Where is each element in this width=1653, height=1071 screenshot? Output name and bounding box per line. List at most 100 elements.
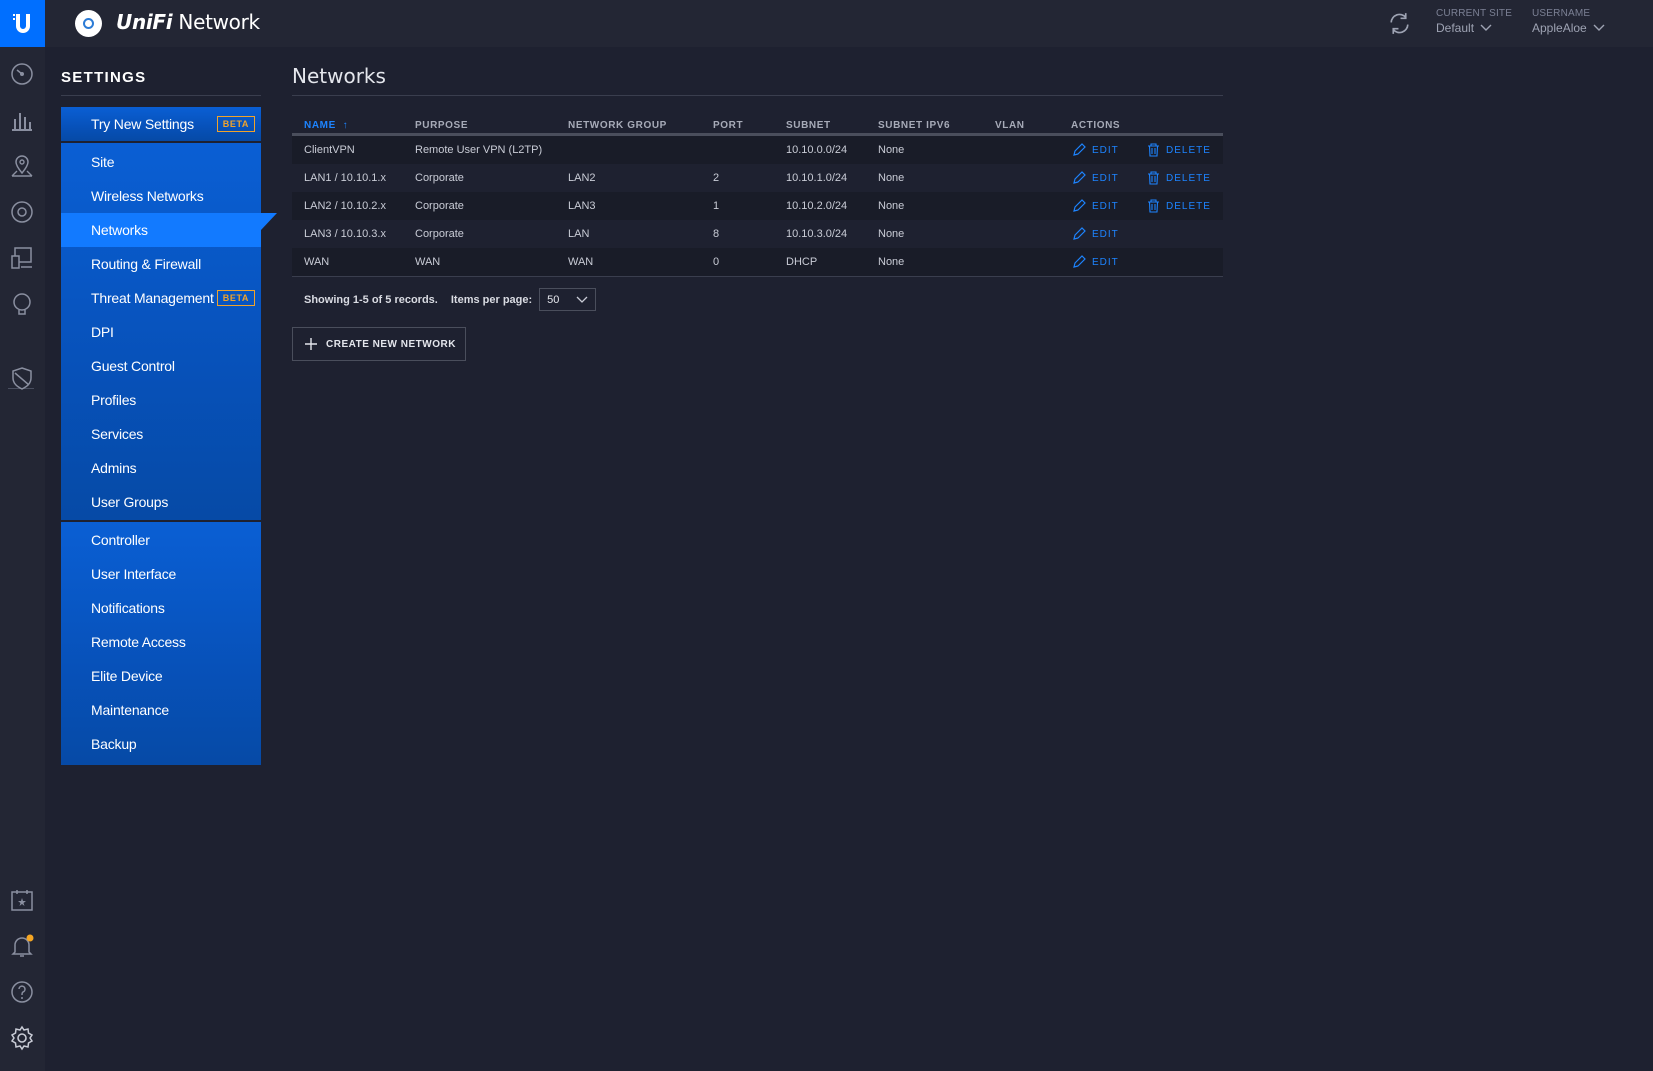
pencil-icon <box>1073 227 1086 240</box>
divider <box>292 276 1223 277</box>
nav-item-threat-management[interactable]: Threat Management BETA <box>61 281 261 315</box>
settings-gear-icon[interactable] <box>9 1025 35 1051</box>
events-calendar-icon[interactable] <box>9 887 35 913</box>
column-header-subnet[interactable]: SUBNET <box>786 120 831 131</box>
nav-item-label: Notifications <box>91 600 165 616</box>
nav-item-label: Networks <box>91 222 148 238</box>
nav-item-dpi[interactable]: DPI <box>61 315 261 349</box>
edit-button[interactable]: EDIT <box>1072 143 1119 157</box>
nav-item-label: Routing & Firewall <box>91 256 201 272</box>
nav-item-notifications[interactable]: Notifications <box>61 591 261 625</box>
column-header-network-group[interactable]: NETWORK GROUP <box>568 120 667 131</box>
delete-button[interactable]: DELETE <box>1147 143 1211 157</box>
column-header-name[interactable]: NAME ↑ <box>304 120 348 131</box>
edit-button[interactable]: EDIT <box>1072 171 1119 185</box>
nav-item-label: Wireless Networks <box>91 188 204 204</box>
current-site-value: Default <box>1436 21 1475 35</box>
ubiquiti-u-icon <box>12 13 30 33</box>
ubiquiti-logo[interactable] <box>0 0 45 47</box>
table-row: LAN2 / 10.10.2.x Corporate LAN3 1 10.10.… <box>292 192 1223 220</box>
nav-item-services[interactable]: Services <box>61 417 261 451</box>
current-site-selector[interactable]: CURRENT SITE Default <box>1436 8 1512 35</box>
pencil-icon <box>1073 255 1086 268</box>
nav-item-networks[interactable]: Networks <box>61 213 277 247</box>
nav-item-elite-device[interactable]: Elite Device <box>61 659 261 693</box>
table-header: NAME ↑ PURPOSE NETWORK GROUP PORT SUBNET… <box>292 116 1223 136</box>
nav-item-routing-firewall[interactable]: Routing & Firewall <box>61 247 261 281</box>
insights-icon[interactable] <box>9 291 35 317</box>
cell-port: 1 <box>713 200 720 212</box>
cell-subnet-ipv6: None <box>878 144 905 156</box>
column-header-actions: ACTIONS <box>1071 120 1121 131</box>
cell-network-group: LAN3 <box>568 200 596 212</box>
cell-subnet: 10.10.3.0/24 <box>786 228 848 240</box>
nav-item-label: Backup <box>91 736 137 752</box>
map-icon[interactable] <box>9 153 35 179</box>
create-new-network-label: CREATE NEW NETWORK <box>326 338 456 350</box>
nav-item-label: Controller <box>91 532 150 548</box>
clients-icon[interactable] <box>9 245 35 271</box>
nav-item-remote-access[interactable]: Remote Access <box>61 625 261 659</box>
nav-item-admins[interactable]: Admins <box>61 451 261 485</box>
cell-port: 0 <box>713 256 720 268</box>
cell-subnet: 10.10.1.0/24 <box>786 172 848 184</box>
cell-subnet: 10.10.0.0/24 <box>786 144 848 156</box>
threat-shield-icon[interactable] <box>9 365 35 391</box>
column-header-purpose[interactable]: PURPOSE <box>415 120 468 131</box>
nav-item-profiles[interactable]: Profiles <box>61 383 261 417</box>
cell-network-group: WAN <box>568 256 594 268</box>
cell-purpose: Corporate <box>415 172 464 184</box>
chevron-down-icon <box>576 296 588 303</box>
nav-item-label: Maintenance <box>91 702 169 718</box>
alerts-bell-icon[interactable] <box>9 933 35 959</box>
pencil-icon <box>1073 143 1086 156</box>
cell-network-group: LAN2 <box>568 172 596 184</box>
settings-title: SETTINGS <box>61 69 147 86</box>
edit-button[interactable]: EDIT <box>1072 227 1119 241</box>
edit-button[interactable]: EDIT <box>1072 199 1119 213</box>
cell-subnet: 10.10.2.0/24 <box>786 200 848 212</box>
devices-icon[interactable] <box>9 199 35 225</box>
delete-button[interactable]: DELETE <box>1147 171 1211 185</box>
cell-name: WAN <box>304 256 330 268</box>
cell-name: LAN2 / 10.10.2.x <box>304 200 386 212</box>
cell-port: 2 <box>713 172 720 184</box>
nav-item-try-new-settings[interactable]: Try New Settings BETA <box>61 107 261 141</box>
cell-name: LAN1 / 10.10.1.x <box>304 172 386 184</box>
left-rail <box>0 47 45 1071</box>
statistics-icon[interactable] <box>9 107 35 133</box>
nav-item-label: DPI <box>91 324 114 340</box>
nav-item-user-interface[interactable]: User Interface <box>61 557 261 591</box>
cell-subnet-ipv6: None <box>878 200 905 212</box>
nav-item-backup[interactable]: Backup <box>61 727 261 761</box>
table-body: ClientVPN Remote User VPN (L2TP) 10.10.0… <box>292 136 1223 276</box>
nav-item-maintenance[interactable]: Maintenance <box>61 693 261 727</box>
nav-item-label: Admins <box>91 460 137 476</box>
items-per-page-select[interactable]: 50 <box>539 288 597 311</box>
column-header-port[interactable]: PORT <box>713 120 743 131</box>
cell-subnet-ipv6: None <box>878 228 905 240</box>
nav-item-guest-control[interactable]: Guest Control <box>61 349 261 383</box>
nav-item-controller[interactable]: Controller <box>61 523 261 557</box>
networks-table: NAME ↑ PURPOSE NETWORK GROUP PORT SUBNET… <box>292 116 1223 277</box>
column-header-subnet-ipv6[interactable]: SUBNET IPV6 <box>878 120 950 131</box>
nav-item-site[interactable]: Site <box>61 145 261 179</box>
help-icon[interactable] <box>9 979 35 1005</box>
items-per-page-value: 50 <box>547 293 560 306</box>
edit-button[interactable]: EDIT <box>1072 255 1119 269</box>
create-new-network-button[interactable]: CREATE NEW NETWORK <box>292 327 466 361</box>
nav-item-wireless-networks[interactable]: Wireless Networks <box>61 179 261 213</box>
refresh-icon[interactable] <box>1386 10 1413 37</box>
nav-item-user-groups[interactable]: User Groups <box>61 485 261 519</box>
nav-group-site: Site Wireless Networks Networks Routing … <box>61 143 277 520</box>
cell-subnet-ipv6: None <box>878 256 905 268</box>
nav-item-label: Guest Control <box>91 358 175 374</box>
dashboard-icon[interactable] <box>9 61 35 87</box>
records-count: Showing 1-5 of 5 records. <box>304 293 438 306</box>
cell-purpose: Remote User VPN (L2TP) <box>415 144 543 156</box>
items-per-page-label: Items per page: <box>450 293 533 306</box>
page-title: Networks <box>292 64 386 88</box>
delete-button[interactable]: DELETE <box>1147 199 1211 213</box>
column-header-vlan[interactable]: VLAN <box>995 120 1025 131</box>
username-menu[interactable]: USERNAME AppleAloe <box>1532 8 1605 35</box>
